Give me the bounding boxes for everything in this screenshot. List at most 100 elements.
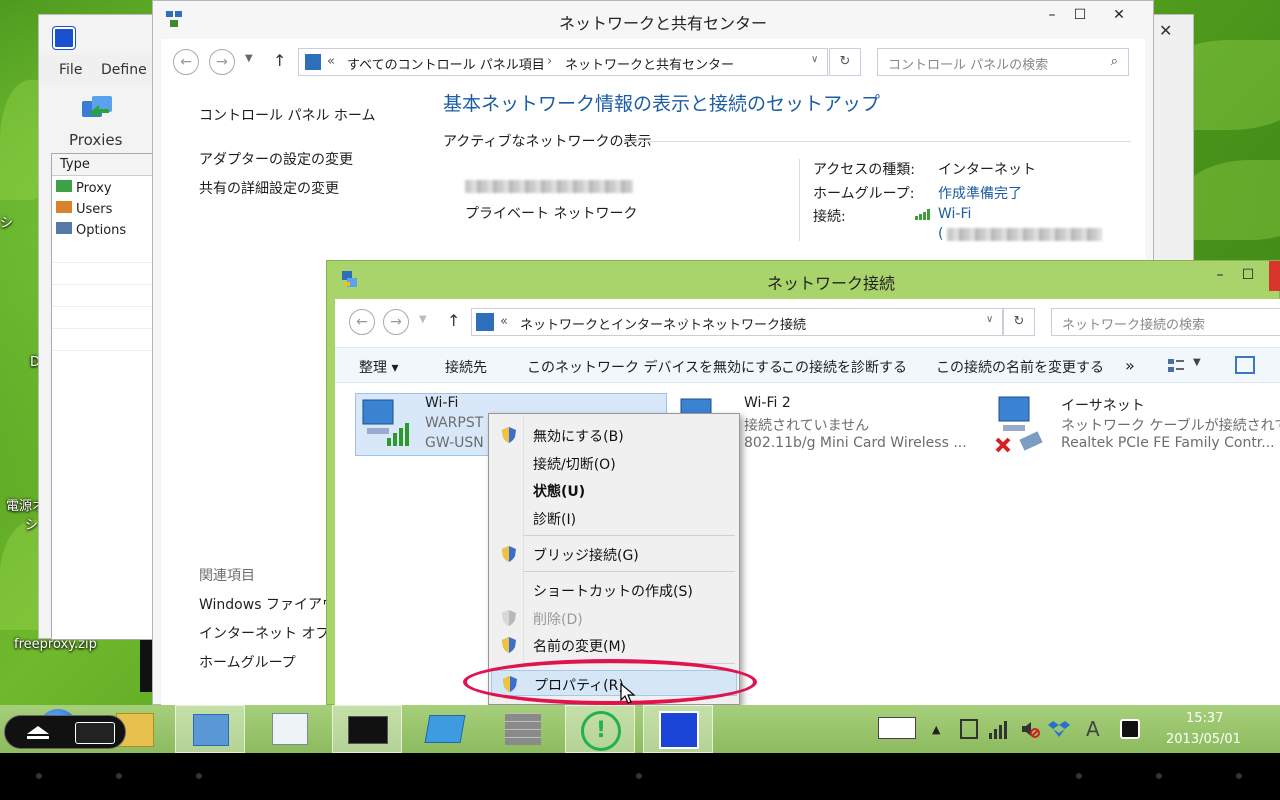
- recent-pages-chevron-icon[interactable]: ▼: [245, 53, 253, 64]
- up-button[interactable]: ↑: [447, 311, 460, 330]
- menu-item-label: 削除(D): [533, 612, 583, 628]
- netconn-titlebar[interactable]: ネットワーク接続 – ☐: [327, 261, 1280, 299]
- back-button[interactable]: ←: [173, 49, 199, 75]
- clock-time[interactable]: 15:37: [1186, 711, 1223, 726]
- homegroup-link[interactable]: 作成準備完了: [938, 183, 1022, 203]
- disable-device-button[interactable]: このネットワーク デバイスを無効にする: [527, 357, 783, 377]
- tray-expand-icon[interactable]: ▲: [932, 723, 940, 736]
- taskbar-firewall[interactable]: [488, 705, 558, 753]
- access-type-value: インターネット: [938, 162, 1036, 178]
- ethernet-adapter-icon[interactable]: [995, 395, 1045, 455]
- connect-to-button[interactable]: 接続先: [445, 357, 487, 377]
- close-button[interactable]: [1269, 261, 1280, 291]
- connection-paren[interactable]: (: [938, 226, 943, 242]
- nsc-titlebar[interactable]: ネットワークと共有センター – ☐ ✕: [153, 1, 1153, 39]
- menu-file[interactable]: File: [59, 62, 82, 78]
- back-button[interactable]: ←: [349, 309, 375, 335]
- close-button[interactable]: ✕: [1097, 1, 1141, 31]
- refresh-button[interactable]: ↻: [829, 48, 861, 76]
- proxy-list[interactable]: Type Proxy Users Options: [51, 153, 155, 640]
- related-link-homegroup[interactable]: ホームグループ: [199, 652, 296, 672]
- background-window-edge[interactable]: ✕: [1150, 14, 1194, 264]
- breadcrumb-prefix[interactable]: «: [500, 314, 508, 329]
- rename-button[interactable]: この接続の名前を変更する: [936, 357, 1104, 377]
- keyboard-icon[interactable]: [75, 722, 115, 744]
- address-bar[interactable]: « ネットワークとインターネット › ネットワーク接続 ∨: [471, 308, 1003, 336]
- menu-item-status[interactable]: 状態(U): [491, 477, 737, 503]
- adapter-name[interactable]: Wi-Fi 2: [744, 395, 791, 411]
- taskbar-command-prompt[interactable]: [332, 705, 402, 753]
- touch-keyboard-icon[interactable]: [878, 717, 916, 739]
- menu-item-disable[interactable]: 無効にする(B): [491, 422, 737, 448]
- clock-date[interactable]: 2013/05/01: [1166, 732, 1241, 747]
- organize-menu[interactable]: 整理 ▾: [359, 357, 398, 377]
- menu-item-label: 無効にする(B): [533, 429, 624, 445]
- close-icon[interactable]: ✕: [1159, 21, 1172, 40]
- breadcrumb-item[interactable]: ネットワークと共有センター: [565, 54, 734, 73]
- list-column-header[interactable]: Type: [52, 154, 155, 176]
- adapter-device: 802.11b/g Mini Card Wireless ...: [744, 435, 967, 451]
- view-options-icon[interactable]: [1167, 357, 1185, 375]
- ime-mode-indicator[interactable]: A: [1086, 717, 1100, 741]
- menu-item-diagnose[interactable]: 診断(I): [491, 505, 737, 531]
- desktop-icon-label[interactable]: シ: [25, 514, 38, 533]
- menu-item-connect-disconnect[interactable]: 接続/切断(O): [491, 450, 737, 476]
- taskbar-task-manager[interactable]: [255, 705, 325, 753]
- proxy-app-window[interactable]: File Define Proxies Type Proxy Users Opt…: [38, 14, 155, 640]
- adapter-status: WARPST: [425, 415, 484, 431]
- sidebar-link-advanced-sharing[interactable]: 共有の詳細設定の変更: [199, 178, 339, 198]
- view-dropdown-chevron-icon[interactable]: ▼: [1193, 357, 1201, 368]
- preview-pane-icon[interactable]: [1235, 356, 1255, 374]
- taskbar-proxy-app[interactable]: [643, 705, 713, 753]
- users-icon: [56, 201, 72, 213]
- address-dropdown-icon[interactable]: ∨: [811, 54, 818, 65]
- taskbar-alert-app[interactable]: !: [565, 705, 635, 753]
- related-header: 関連項目: [199, 568, 255, 584]
- list-item-options[interactable]: Options: [56, 222, 126, 238]
- more-commands-button[interactable]: »: [1125, 356, 1135, 375]
- breadcrumb-item[interactable]: ネットワーク接続: [702, 314, 806, 333]
- adapter-name[interactable]: イーサネット: [1061, 395, 1145, 415]
- network-signal-icon[interactable]: [988, 719, 1010, 739]
- desktop-icon-label[interactable]: シ: [0, 212, 13, 231]
- dropbox-icon[interactable]: [1048, 719, 1070, 739]
- forward-button[interactable]: →: [383, 309, 409, 335]
- network-name-blurred: [465, 180, 633, 193]
- sidebar-home-link[interactable]: コントロール パネル ホーム: [199, 105, 375, 125]
- menu-item-create-shortcut[interactable]: ショートカットの作成(S): [491, 577, 737, 603]
- breadcrumb-prefix[interactable]: «: [327, 54, 335, 69]
- network-connections-window[interactable]: ネットワーク接続 – ☐ ← → ▼ ↑ « ネットワークとインターネット › …: [326, 260, 1280, 706]
- menu-item-rename[interactable]: 名前の変更(M): [491, 632, 737, 658]
- sidebar-link-adapter-settings[interactable]: アダプターの設定の変更: [199, 149, 353, 169]
- connection-link-wifi[interactable]: Wi-Fi: [938, 206, 971, 222]
- address-dropdown-icon[interactable]: ∨: [986, 314, 993, 325]
- breadcrumb-item[interactable]: すべてのコントロール パネル項目: [347, 54, 545, 73]
- proxies-icon[interactable]: [79, 93, 115, 123]
- eject-icon[interactable]: [23, 724, 53, 740]
- recent-pages-chevron-icon[interactable]: ▼: [419, 314, 427, 325]
- up-button[interactable]: ↑: [273, 51, 286, 70]
- android-navigation-bar: [0, 753, 1280, 800]
- address-bar[interactable]: « すべてのコントロール パネル項目 › ネットワークと共有センター ∨: [298, 48, 828, 76]
- menu-define[interactable]: Define: [101, 62, 147, 78]
- nsc-search-input[interactable]: コントロール パネルの検索 ⌕: [877, 48, 1129, 76]
- taskbar-control-panel[interactable]: [175, 705, 245, 753]
- maximize-button[interactable]: ☐: [1063, 1, 1097, 31]
- search-icon[interactable]: ⌕: [1111, 54, 1118, 69]
- menu-item-bridge[interactable]: ブリッジ接続(G): [491, 541, 737, 567]
- refresh-button[interactable]: ↻: [1003, 308, 1035, 336]
- proxies-label[interactable]: Proxies: [69, 131, 122, 149]
- battery-icon[interactable]: [960, 719, 978, 739]
- list-item-users[interactable]: Users: [56, 201, 112, 217]
- ime-pad-icon[interactable]: [1120, 719, 1140, 739]
- diagnose-button[interactable]: この接続を診断する: [781, 357, 907, 377]
- breadcrumb-item[interactable]: ネットワークとインターネット: [520, 314, 702, 333]
- volume-muted-icon[interactable]: [1020, 719, 1040, 739]
- list-item-proxy[interactable]: Proxy: [56, 180, 112, 196]
- maximize-button[interactable]: ☐: [1231, 261, 1265, 291]
- taskbar-remote-desktop[interactable]: [410, 705, 480, 753]
- netconn-search-input[interactable]: ネットワーク接続の検索: [1051, 308, 1280, 336]
- uac-shield-icon: [500, 426, 518, 444]
- forward-button[interactable]: →: [209, 49, 235, 75]
- remote-control-overlay[interactable]: [4, 715, 126, 749]
